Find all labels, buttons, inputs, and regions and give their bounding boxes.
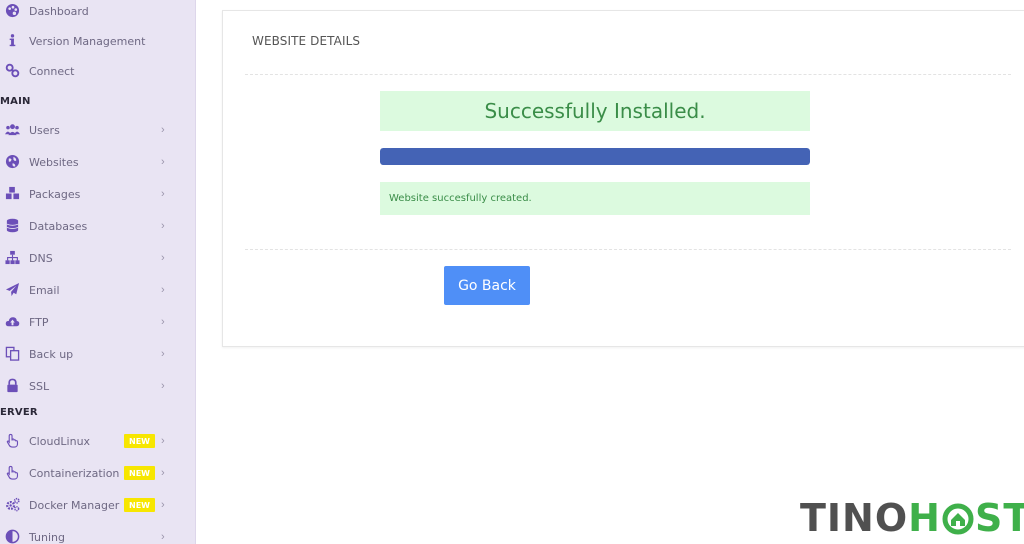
sidebar-item-label: Docker Manager [29,498,120,512]
sidebar-item-packages[interactable]: Packages › [0,182,196,206]
sidebar-item-tuning[interactable]: Tuning › [0,525,196,544]
chevron-right-icon: › [161,316,165,328]
chevron-right-icon: › [161,124,165,136]
section-heading-main: MAIN [0,96,31,107]
paper-plane-icon [4,281,21,298]
sidebar-item-label: Databases [29,219,88,233]
sidebar-item-docker-manager[interactable]: Docker Manager NEW › [0,493,196,517]
new-badge: NEW [124,434,155,448]
globe-icon [4,153,21,170]
sidebar-item-label: SSL [29,379,50,393]
section-heading-server: ERVER [0,407,38,418]
sidebar-item-connect[interactable]: Connect [0,59,196,83]
chevron-right-icon: › [161,531,165,543]
sidebar-item-label: Email [29,283,60,297]
sidebar-item-containerization[interactable]: Containerization NEW › [0,461,196,485]
card-title: WEBSITE DETAILS [252,34,361,48]
sidebar-item-label: Packages [29,187,81,201]
sidebar-item-label: Back up [29,347,74,361]
new-badge: NEW [124,498,155,512]
sidebar-item-label: Dashboard [29,4,89,18]
chevron-right-icon: › [161,467,165,479]
status-message: Website succesfully created. [389,193,532,204]
sidebar-item-dns[interactable]: DNS › [0,246,196,270]
divider [245,74,1011,75]
sidebar: Dashboard Version Management Connect MAI… [0,0,196,544]
status-alert: Website succesfully created. [380,182,810,215]
sidebar-item-label: Websites [29,155,79,169]
logo-text-tino: TINO [800,496,909,540]
sidebar-item-backup[interactable]: Back up › [0,342,196,366]
lock-icon [4,377,21,394]
success-message: Successfully Installed. [484,99,706,123]
hand-pointer-icon [4,432,21,449]
sidebar-item-users[interactable]: Users › [0,118,196,142]
tinohost-watermark-logo: TINO H ST [800,493,1024,543]
chevron-right-icon: › [161,380,165,392]
chevron-right-icon: › [161,435,165,447]
sidebar-item-email[interactable]: Email › [0,278,196,302]
info-icon [4,32,21,49]
chevron-right-icon: › [161,156,165,168]
sidebar-item-label: Version Management [29,34,146,48]
sidebar-item-ftp[interactable]: FTP › [0,310,196,334]
sidebar-item-label: DNS [29,251,53,265]
cubes-icon [4,185,21,202]
sidebar-item-databases[interactable]: Databases › [0,214,196,238]
sidebar-item-label: Tuning [29,530,66,544]
logo-text-host-st: ST [974,496,1024,540]
palette-icon [4,2,21,19]
sidebar-item-label: Containerization [29,466,120,480]
website-details-card: WEBSITE DETAILS Successfully Installed. … [222,10,1024,347]
copy-icon [4,345,21,362]
go-back-button[interactable]: Go Back [444,266,530,305]
sidebar-item-label: Users [29,123,60,137]
install-progress-bar [380,148,810,165]
chevron-right-icon: › [161,348,165,360]
logo-text-host: H ST [908,496,1024,540]
sidebar-item-cloudlinux[interactable]: CloudLinux NEW › [0,429,196,453]
sidebar-item-label: CloudLinux [29,434,91,448]
sitemap-icon [4,249,21,266]
success-alert: Successfully Installed. [380,91,810,131]
chevron-right-icon: › [161,188,165,200]
house-icon [942,503,974,535]
chevron-right-icon: › [161,284,165,296]
database-icon [4,217,21,234]
divider [245,249,1011,250]
sidebar-item-version-management[interactable]: Version Management [0,29,196,53]
cogs-icon [4,496,21,513]
logo-text-host-h: H [908,496,941,540]
cloud-upload-icon [4,313,21,330]
new-badge: NEW [124,466,155,480]
users-icon [4,121,21,138]
sidebar-item-ssl[interactable]: SSL › [0,374,196,398]
chevron-right-icon: › [161,220,165,232]
chevron-right-icon: › [161,252,165,264]
sidebar-item-label: Connect [29,64,75,78]
sidebar-item-label: FTP [29,315,49,329]
link-icon [4,62,21,79]
adjust-icon [4,528,21,544]
chevron-right-icon: › [161,499,165,511]
sidebar-item-dashboard[interactable]: Dashboard [0,0,196,23]
hand-pointer-icon [4,464,21,481]
sidebar-item-websites[interactable]: Websites › [0,150,196,174]
progress-fill [380,148,810,165]
